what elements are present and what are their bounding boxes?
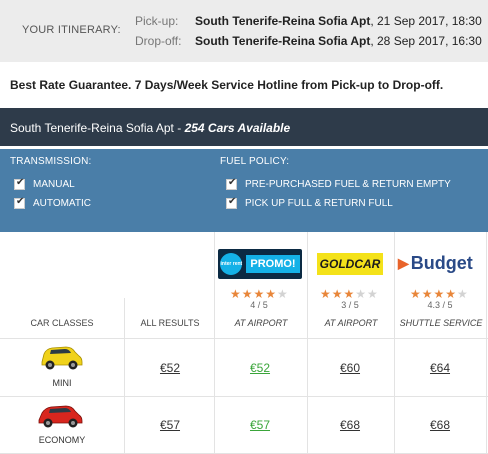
price-economy-goldcar[interactable]: €68: [320, 418, 380, 432]
budget-logo[interactable]: ▶ Budget: [398, 252, 482, 274]
filter-fuel-full-label: PICK UP FULL & RETURN FULL: [245, 198, 393, 209]
filter-automatic-label: AUTOMATIC: [33, 198, 91, 209]
itinerary-label: YOUR ITINERARY:: [22, 24, 121, 36]
budget-stars: ★★★★★: [410, 287, 469, 301]
filter-fuel-full[interactable]: PICK UP FULL & RETURN FULL: [226, 196, 393, 209]
class-economy-label: ECONOMY: [38, 435, 86, 445]
interrent-logo[interactable]: inter rent PROMO!: [218, 249, 302, 279]
goldcar-rating: 3 / 5: [341, 300, 359, 310]
goldcar-logo[interactable]: GOLDCAR: [317, 253, 383, 275]
interrent-stars: ★★★★★: [230, 287, 289, 301]
grid-line: [486, 232, 487, 454]
economy-car-icon: [38, 405, 83, 428]
interrent-promo-badge: PROMO!: [246, 255, 300, 273]
goldcar-stars: ★★★★★: [320, 287, 379, 301]
interrent-circle: inter rent: [220, 253, 243, 275]
transmission-title: TRANSMISSION:: [10, 156, 92, 167]
checkbox-manual[interactable]: [14, 177, 25, 190]
results-bar: South Tenerife-Reina Sofia Apt - 254 Car…: [0, 108, 488, 146]
dropoff-key: Drop-off:: [135, 34, 182, 48]
price-matrix: inter rent PROMO! GOLDCAR ▶ Budget ★★★★★…: [0, 232, 488, 454]
filters-panel: TRANSMISSION: MANUAL AUTOMATIC FUEL POLI…: [0, 149, 488, 232]
price-economy-all[interactable]: €57: [140, 418, 200, 432]
pickup-row: Pick-up: South Tenerife-Reina Sofia Apt, …: [135, 14, 482, 28]
col-goldcar[interactable]: AT AIRPORT: [308, 318, 394, 328]
price-mini-budget[interactable]: €64: [410, 361, 470, 375]
results-location: South Tenerife-Reina Sofia Apt: [10, 121, 174, 135]
budget-rating: 4.3 / 5: [427, 300, 453, 310]
rate-guarantee-text: Best Rate Guarantee. 7 Days/Week Service…: [10, 78, 444, 92]
checkbox-automatic[interactable]: [14, 196, 25, 209]
filter-automatic[interactable]: AUTOMATIC: [14, 196, 91, 209]
filter-fuel-empty-label: PRE-PURCHASED FUEL & RETURN EMPTY: [245, 179, 451, 190]
checkbox-fuel-empty[interactable]: [226, 177, 237, 190]
checkbox-fuel-full[interactable]: [226, 196, 237, 209]
itinerary-panel: YOUR ITINERARY: Pick-up: South Tenerife-R…: [0, 0, 488, 62]
price-mini-all[interactable]: €52: [140, 361, 200, 375]
price-economy-interrent[interactable]: €57: [230, 418, 290, 432]
price-mini-goldcar[interactable]: €60: [320, 361, 380, 375]
col-car-classes: CAR CLASSES: [30, 318, 94, 328]
dropoff-date: , 28 Sep 2017, 16:30: [370, 34, 482, 48]
dropoff-location: South Tenerife-Reina Sofia Apt: [195, 34, 371, 48]
budget-flag-icon: ▶: [398, 254, 409, 271]
dropoff-row: Drop-off: South Tenerife-Reina Sofia Apt,…: [135, 34, 482, 48]
grid-line: [394, 232, 395, 454]
mini-car-icon: [41, 346, 83, 370]
col-budget[interactable]: SHUTTLE SERVICE: [395, 318, 487, 328]
price-mini-interrent[interactable]: €52: [230, 361, 290, 375]
price-economy-budget[interactable]: €68: [410, 418, 470, 432]
col-all-results[interactable]: ALL RESULTS: [126, 318, 214, 328]
grid-line: [214, 232, 215, 454]
grid-line: [307, 232, 308, 454]
interrent-rating: 4 / 5: [250, 300, 268, 310]
grid-line: [0, 396, 488, 397]
results-separator: -: [173, 121, 185, 135]
class-mini-label: MINI: [52, 378, 72, 388]
grid-line: [0, 338, 488, 339]
col-interrent[interactable]: AT AIRPORT: [215, 318, 307, 328]
filter-manual[interactable]: MANUAL: [14, 177, 75, 190]
pickup-location: South Tenerife-Reina Sofia Apt: [195, 14, 371, 28]
pickup-date: , 21 Sep 2017, 18:30: [370, 14, 482, 28]
filter-manual-label: MANUAL: [33, 179, 75, 190]
grid-line: [124, 298, 125, 454]
filter-fuel-empty[interactable]: PRE-PURCHASED FUEL & RETURN EMPTY: [226, 177, 451, 190]
fuel-policy-title: FUEL POLICY:: [220, 156, 290, 167]
budget-logo-text: Budget: [410, 252, 473, 273]
pickup-key: Pick-up:: [135, 14, 179, 28]
results-count: 254 Cars Available: [184, 121, 291, 135]
